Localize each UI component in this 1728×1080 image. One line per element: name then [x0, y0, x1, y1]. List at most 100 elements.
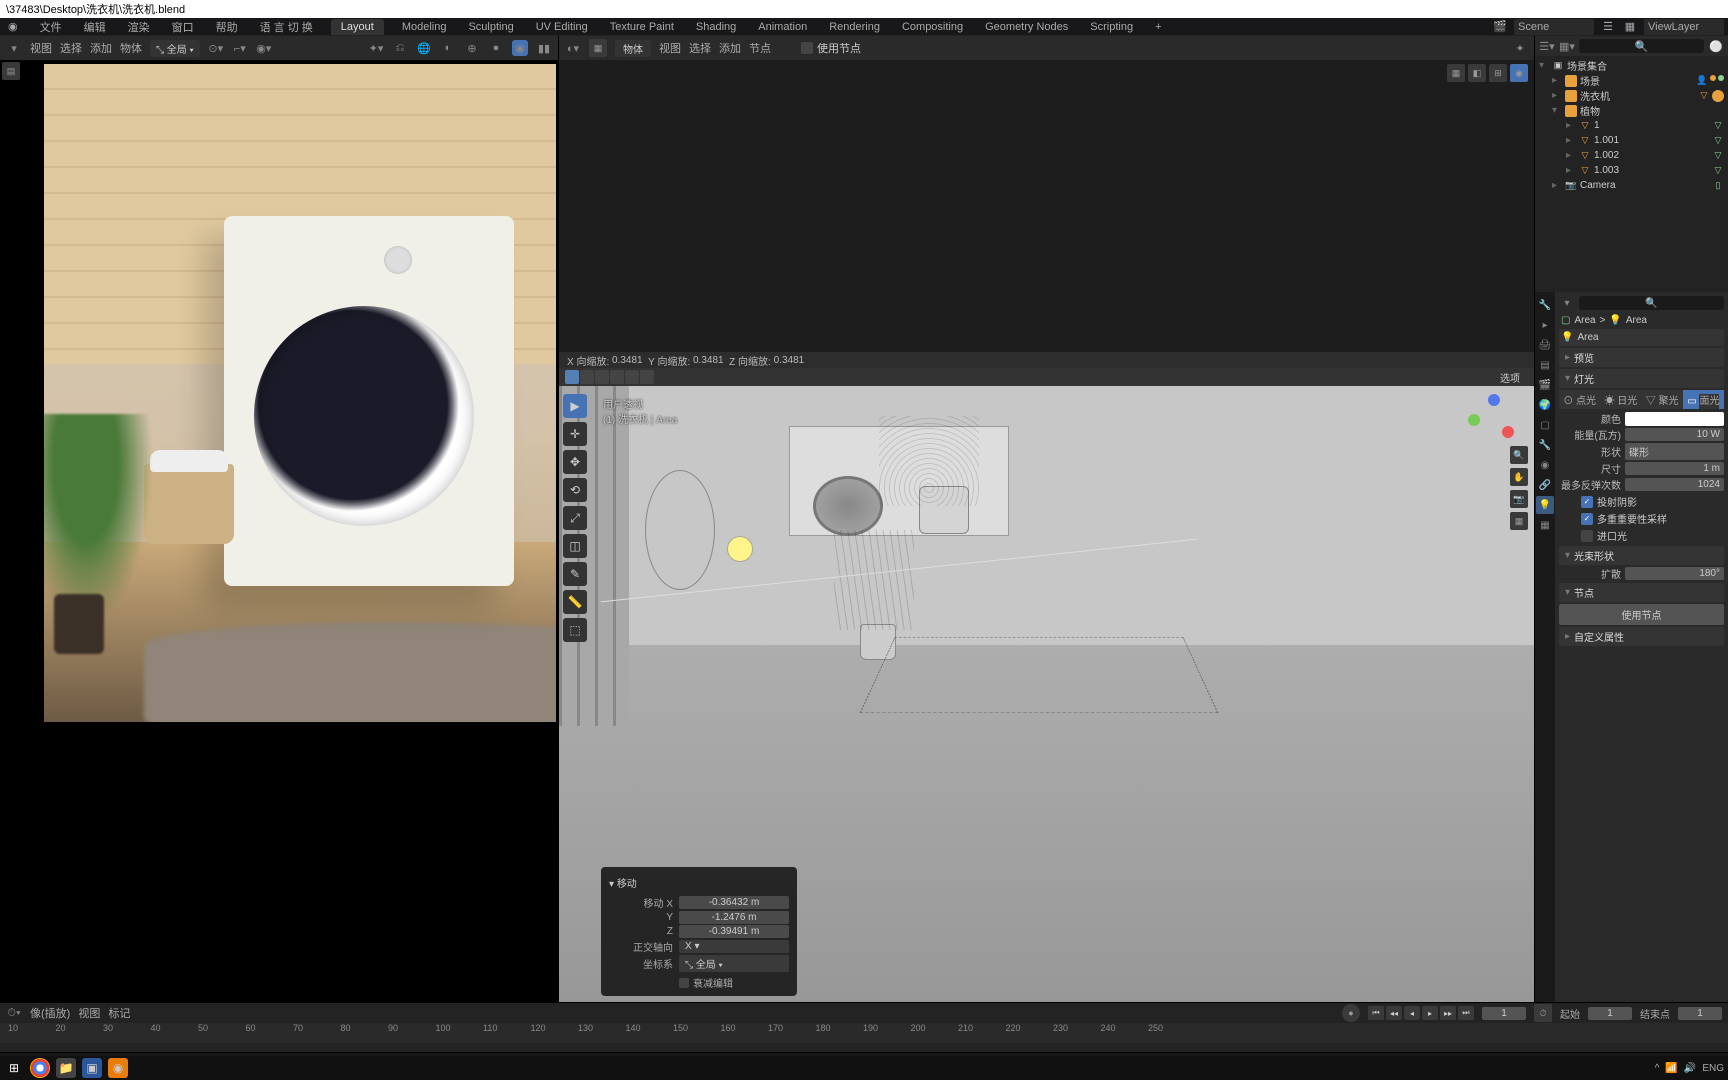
move-y-field[interactable]: -1.2476 m — [679, 911, 789, 924]
hdr-object[interactable]: 物体 — [120, 40, 142, 56]
tool-move[interactable]: ✥ — [563, 450, 587, 474]
end-frame-field[interactable]: 1 — [1678, 1007, 1722, 1020]
hdr-select[interactable]: 选择 — [60, 40, 82, 56]
start-frame-field[interactable]: 1 — [1588, 1007, 1632, 1020]
chk-portal[interactable]: 进口光 — [1559, 527, 1724, 544]
shading-render-icon[interactable]: ◉ — [512, 40, 528, 56]
snap-icon[interactable]: ⌐▾ — [232, 40, 248, 56]
clock-icon[interactable]: ⏱ — [1534, 1004, 1552, 1022]
node-overlay-3[interactable]: ⊞ — [1489, 64, 1507, 82]
filter-icon[interactable]: ✦▾ — [368, 40, 384, 56]
workspace-geonodes[interactable]: Geometry Nodes — [981, 19, 1072, 35]
vp-options[interactable]: 选项 — [1492, 369, 1528, 386]
proportional-edit-check[interactable]: 衰减编辑 — [609, 973, 789, 990]
node-add[interactable]: 添加 — [719, 40, 741, 56]
nav-gizmo[interactable] — [1468, 394, 1516, 442]
outliner-display-icon[interactable]: ▦▾ — [1559, 38, 1575, 54]
keyframe-next-icon[interactable]: ▸▸ — [1440, 1006, 1456, 1020]
nav-zoom-icon[interactable]: 🔍 — [1510, 446, 1528, 464]
tray-volume-icon[interactable]: 🔊 — [1684, 1063, 1696, 1074]
keyframe-prev-icon[interactable]: ◂◂ — [1386, 1006, 1402, 1020]
outliner-tree[interactable]: ▾▣场景集合 ▸场景👤 ▸洗衣机▽ ▾植物 ▸▽1▽ ▸▽1.001▽ ▸▽1.… — [1535, 56, 1728, 292]
ptab-constraint[interactable]: 🔗 — [1536, 476, 1554, 494]
props-search[interactable]: 🔍 — [1579, 296, 1724, 310]
overlap-icon[interactable]: ⎌ — [392, 40, 408, 56]
node-editor-area[interactable]: ▦ ◧ ⊞ ◉ — [559, 60, 1534, 352]
start-icon[interactable]: ⊞ — [4, 1058, 24, 1078]
tool-rotate[interactable]: ⟲ — [563, 478, 587, 502]
tray-lang[interactable]: ENG — [1702, 1063, 1724, 1074]
menu-window[interactable]: 窗口 — [168, 17, 198, 37]
scene-selector[interactable]: Scene — [1514, 19, 1594, 35]
chrome-icon[interactable] — [30, 1058, 50, 1078]
move-z-field[interactable]: -0.39491 m — [679, 925, 789, 938]
nav-camera-icon[interactable]: 📷 — [1510, 490, 1528, 508]
light-datablock[interactable]: 💡Area — [1559, 329, 1724, 346]
ptab-world[interactable]: 🌍 — [1536, 396, 1554, 414]
node-mode-dropdown[interactable]: 物体 — [615, 40, 651, 57]
menu-edit[interactable]: 编辑 — [80, 17, 110, 37]
props-breadcrumb[interactable]: ▢Area > 💡Area — [1559, 312, 1724, 329]
ptab-render[interactable]: ▸ — [1536, 316, 1554, 334]
node-view[interactable]: 视图 — [659, 40, 681, 56]
ptab-object[interactable]: ▢ — [1536, 416, 1554, 434]
gizmo-y[interactable] — [1468, 414, 1480, 426]
timeline-ruler[interactable]: 1020304050607080901001101201301401501601… — [0, 1023, 1728, 1043]
blender-taskbar-icon[interactable]: ◉ — [108, 1058, 128, 1078]
workspace-compositing[interactable]: Compositing — [898, 19, 967, 35]
light-size-field[interactable]: 1 m — [1625, 462, 1724, 475]
use-nodes-checkbox[interactable]: 使用节点 — [779, 39, 861, 57]
nav-ortho-icon[interactable]: ▦ — [1510, 512, 1528, 530]
workspace-uv[interactable]: UV Editing — [532, 19, 592, 35]
orientation-dropdown[interactable]: ⤡ 全局 ▾ — [150, 40, 200, 57]
operator-panel[interactable]: ▾ 移动 移动 X-0.36432 m Y-1.2476 m Z-0.39491… — [601, 867, 797, 996]
ptab-output[interactable]: 🖨 — [1536, 336, 1554, 354]
light-power-field[interactable]: 10 W — [1625, 428, 1724, 441]
axis-select[interactable]: X ▾ — [679, 940, 789, 953]
panel-beam-shape[interactable]: ▾光束形状 — [1559, 546, 1724, 565]
ptab-scene[interactable]: 🎬 — [1536, 376, 1554, 394]
tool-annotate[interactable]: ✎ — [563, 562, 587, 586]
prop-edit-icon[interactable]: ◉▾ — [256, 40, 272, 56]
workspace-texpaint[interactable]: Texture Paint — [606, 19, 678, 35]
tool-addcube[interactable]: ⬚ — [563, 618, 587, 642]
node-overlay-4[interactable]: ◉ — [1510, 64, 1528, 82]
outliner-search[interactable]: 🔍 — [1579, 39, 1704, 53]
ptab-physics[interactable]: ◉ — [1536, 456, 1554, 474]
ptab-data-light[interactable]: 💡 — [1536, 496, 1554, 514]
render-viewport[interactable]: 选项 ▤ — [0, 60, 558, 1002]
menu-file[interactable]: 文件 — [36, 17, 66, 37]
outliner-type-icon[interactable]: ☰▾ — [1539, 38, 1555, 54]
3d-viewport[interactable]: 用户透视 (1) 洗衣机 | Area ▶ ✛ ✥ ⟲ ⤢ ◫ ✎ 📏 ⬚ — [559, 386, 1534, 1002]
ptab-tool[interactable]: 🔧 — [1536, 296, 1554, 314]
chk-cast-shadow[interactable]: ✓投射阴影 — [1559, 493, 1724, 510]
tool-cursor[interactable]: ✛ — [563, 422, 587, 446]
props-type-icon[interactable]: ▾ — [1559, 295, 1575, 311]
autokey-icon[interactable]: ● — [1342, 1004, 1360, 1022]
shading-solid-icon[interactable]: ● — [488, 40, 504, 56]
workspace-rendering[interactable]: Rendering — [825, 19, 884, 35]
tray-up-icon[interactable]: ^ — [1655, 1063, 1660, 1074]
chk-mis[interactable]: ✓多重重要性采样 — [1559, 510, 1724, 527]
outliner-filter-icon[interactable]: ⚪ — [1708, 38, 1724, 54]
play-rev-icon[interactable]: ◂ — [1404, 1006, 1420, 1020]
tool-scale[interactable]: ⤢ — [563, 506, 587, 530]
workspace-sculpting[interactable]: Sculpting — [464, 19, 517, 35]
play-icon[interactable]: ▸ — [1422, 1006, 1438, 1020]
viewlayer-selector[interactable]: ViewLayer — [1644, 19, 1724, 35]
workspace-animation[interactable]: Animation — [754, 19, 811, 35]
workspace-shading[interactable]: Shading — [692, 19, 740, 35]
ptab-texture[interactable]: ▦ — [1536, 516, 1554, 534]
timeline-type-icon[interactable]: ⏱▾ — [6, 1005, 22, 1021]
hdr-add[interactable]: 添加 — [90, 40, 112, 56]
editor-type-icon[interactable]: ▾ — [6, 40, 22, 56]
gizmo-z[interactable] — [1488, 394, 1500, 406]
jump-end-icon[interactable]: ⏭ — [1458, 1006, 1474, 1020]
hdr-view[interactable]: 视图 — [30, 40, 52, 56]
ptab-viewlayer[interactable]: ▤ — [1536, 356, 1554, 374]
move-x-field[interactable]: -0.36432 m — [679, 896, 789, 909]
menu-help[interactable]: 帮助 — [212, 17, 242, 37]
pin-icon[interactable]: ✦ — [1512, 40, 1528, 56]
nav-pan-icon[interactable]: ✋ — [1510, 468, 1528, 486]
gizmo-x[interactable] — [1502, 426, 1514, 438]
